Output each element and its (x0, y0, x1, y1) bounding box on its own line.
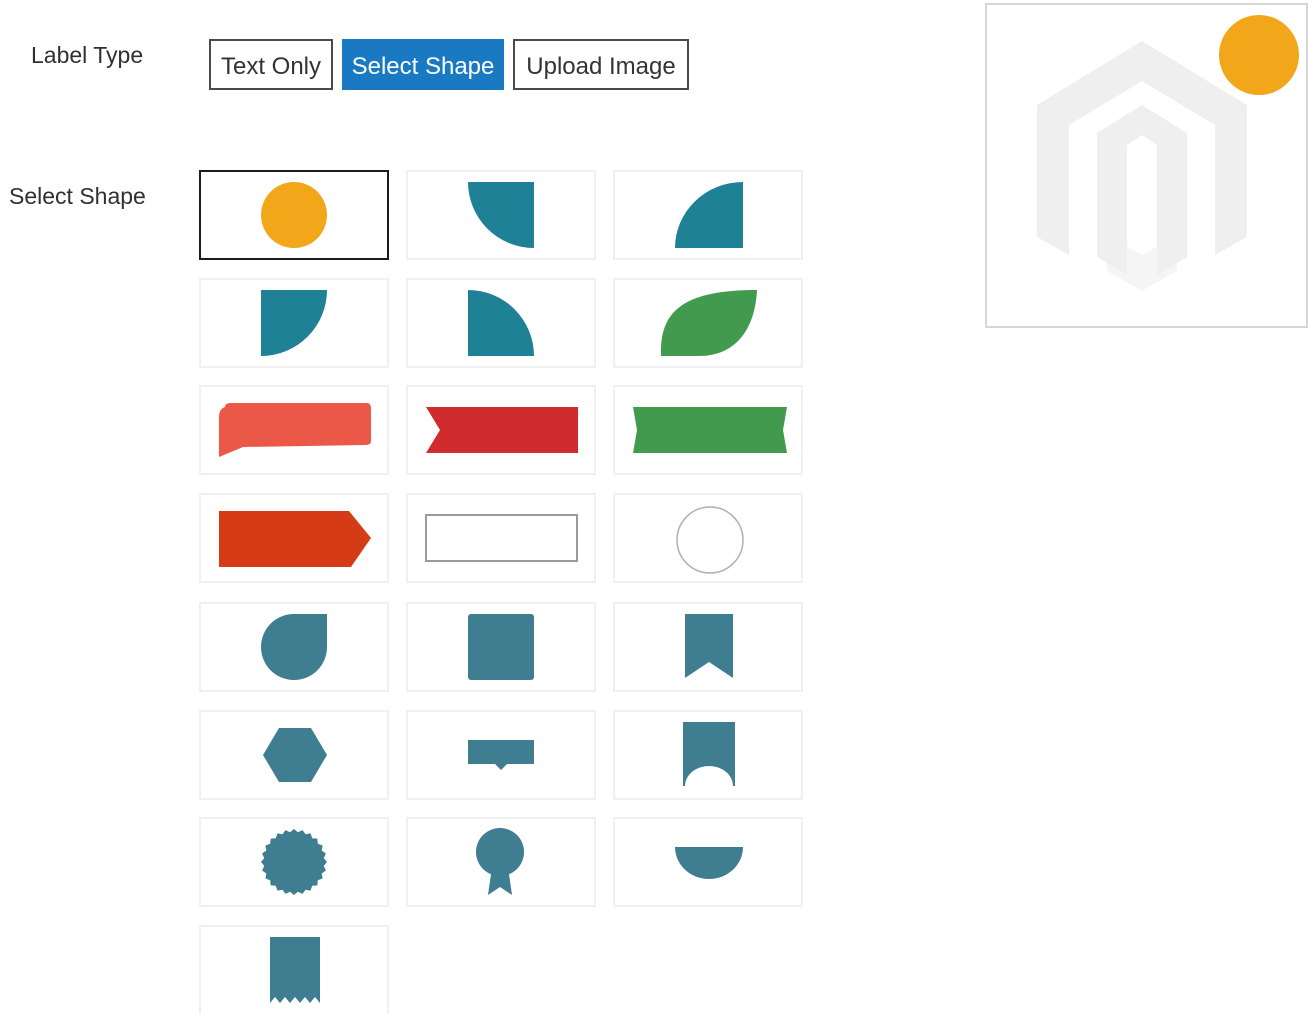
shape-option-rounded-square[interactable] (406, 602, 596, 692)
half-circle-icon (675, 847, 743, 879)
shape-option-award-badge[interactable] (406, 817, 596, 907)
zigzag-bookmark-icon (270, 937, 320, 1003)
bookmark-shape-icon (685, 614, 733, 678)
circle-shape-icon (261, 182, 327, 248)
leaf-shape-icon (660, 290, 757, 356)
outline-circle-icon (676, 506, 744, 574)
award-badge-icon (476, 828, 524, 895)
quarter-circle-bottom-left-icon (468, 290, 534, 356)
tag-pointer-down-icon (468, 740, 534, 770)
hexagon-shape-icon (263, 728, 327, 782)
shape-option-leaf[interactable] (613, 278, 803, 368)
teardrop-shape-icon (261, 614, 327, 680)
shape-option-tag-pointer-down[interactable] (406, 710, 596, 800)
outline-rectangle-icon (425, 514, 578, 562)
shape-option-bookmark[interactable] (613, 602, 803, 692)
shape-option-arch-bookmark[interactable] (613, 710, 803, 800)
quarter-circle-top-left-icon (261, 290, 327, 356)
shape-option-speech-bubble[interactable] (199, 385, 389, 475)
shape-option-outline-circle[interactable] (613, 493, 803, 583)
quarter-circle-top-right-icon (468, 182, 534, 248)
arrow-tag-icon (219, 511, 371, 567)
upload-image-button[interactable]: Upload Image (513, 39, 689, 90)
preview-circle-label (1219, 15, 1299, 95)
shape-option-quarter-circle-bottom-left[interactable] (406, 278, 596, 368)
starburst-seal-path (261, 829, 327, 895)
shape-option-quarter-circle-top-right[interactable] (406, 170, 596, 260)
select-shape-button[interactable]: Select Shape (342, 39, 504, 90)
shape-option-quarter-circle-bottom-right[interactable] (613, 170, 803, 260)
text-only-button[interactable]: Text Only (209, 39, 333, 90)
shape-option-circle[interactable] (199, 170, 389, 260)
label-type-label: Label Type (31, 42, 144, 68)
arch-bookmark-icon (683, 722, 735, 786)
speech-bubble-icon (219, 403, 371, 457)
shape-option-half-circle[interactable] (613, 817, 803, 907)
quarter-circle-bottom-right-icon (675, 182, 743, 248)
ribbon-notch-left-icon (426, 407, 578, 453)
ribbon-notch-both-icon (633, 407, 787, 453)
shape-option-quarter-circle-top-left[interactable] (199, 278, 389, 368)
label-preview (985, 3, 1308, 328)
select-shape-label: Select Shape (9, 183, 146, 209)
shape-option-arrow-tag[interactable] (199, 493, 389, 583)
shape-option-teardrop[interactable] (199, 602, 389, 692)
shape-option-starburst-seal[interactable] (199, 817, 389, 907)
shape-option-ribbon-notch-left[interactable] (406, 385, 596, 475)
shape-option-hexagon[interactable] (199, 710, 389, 800)
magento-logo-placeholder-icon (1037, 15, 1299, 291)
shape-option-outline-rectangle[interactable] (406, 493, 596, 583)
shape-option-ribbon-notch-both[interactable] (613, 385, 803, 475)
rounded-square-icon (468, 614, 534, 680)
starburst-seal-icon (261, 829, 327, 895)
shape-option-zigzag-bookmark[interactable] (199, 925, 389, 1014)
